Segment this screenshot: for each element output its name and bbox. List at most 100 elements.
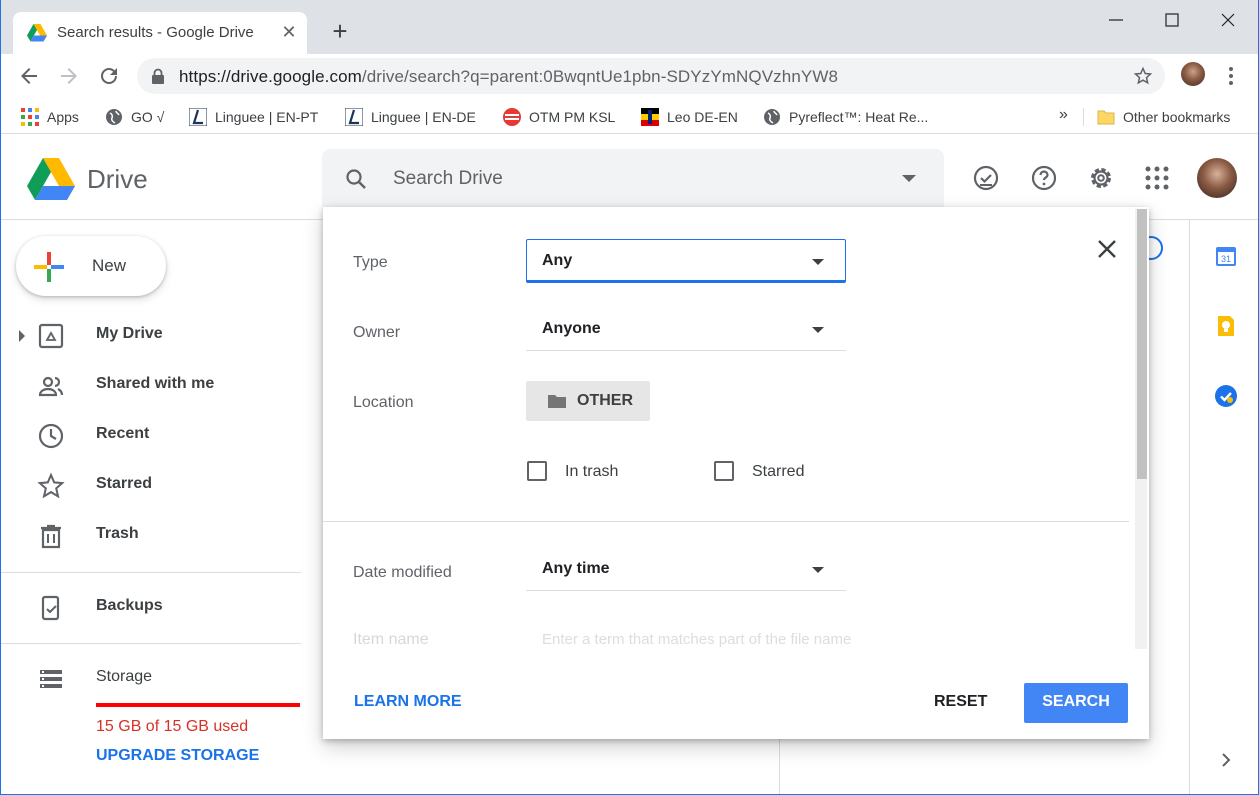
close-window-button[interactable] — [1207, 6, 1251, 34]
starred-checkbox[interactable] — [714, 461, 734, 481]
keep-icon[interactable] — [1214, 314, 1238, 338]
item-name-label: Item name — [353, 631, 429, 648]
storage-usage-bar — [96, 703, 300, 707]
browser-window: Search results - Google Drive ✕ + https:… — [0, 0, 1259, 795]
browser-toolbar: https://drive.google.com/drive/search?q=… — [1, 54, 1258, 100]
sidebar-item-my-drive[interactable]: My Drive — [1, 310, 301, 360]
folder-icon — [548, 395, 566, 408]
url-path: /drive/search?q=parent:0BwqntUe1pbn-SDYz… — [361, 67, 839, 86]
sidebar-item-shared[interactable]: Shared with me — [1, 360, 301, 410]
search-options-dialog: Type Any Owner Anyone Location OTHER In … — [323, 207, 1149, 739]
bookmark-apps[interactable]: Apps — [21, 108, 79, 128]
owner-select[interactable]: Anyone — [526, 307, 846, 351]
sidebar-item-label: Storage — [96, 668, 153, 685]
browser-menu-icon[interactable] — [1223, 64, 1239, 88]
linguee-icon — [189, 108, 207, 126]
address-bar[interactable]: https://drive.google.com/drive/search?q=… — [137, 58, 1165, 94]
date-modified-select[interactable]: Any time — [526, 547, 846, 591]
settings-gear-icon[interactable] — [1087, 164, 1115, 192]
sidebar-item-backups[interactable]: Backups — [1, 582, 301, 632]
bookmarks-overflow-button[interactable]: » — [1059, 106, 1068, 126]
search-drive-bar[interactable]: Search Drive — [322, 149, 944, 209]
location-chip[interactable]: OTHER — [526, 381, 650, 421]
search-input[interactable]: Search Drive — [393, 168, 503, 190]
learn-more-link[interactable]: LEARN MORE — [354, 693, 462, 711]
location-label: Location — [353, 394, 414, 411]
sidebar-divider — [1, 643, 301, 644]
calendar-icon[interactable]: 31 — [1214, 244, 1238, 268]
type-select[interactable]: Any — [526, 239, 846, 283]
clock-icon — [38, 423, 64, 449]
in-trash-checkbox[interactable] — [527, 461, 547, 481]
chevron-down-icon — [812, 327, 824, 333]
otm-icon — [503, 108, 521, 126]
reset-button[interactable]: RESET — [934, 693, 987, 711]
sidebar-divider — [1, 572, 301, 573]
sidebar-item-storage[interactable]: Storage — [1, 653, 301, 703]
reload-icon[interactable] — [97, 64, 121, 88]
lock-icon[interactable] — [151, 68, 165, 84]
location-chip-label: OTHER — [577, 392, 633, 409]
profile-avatar[interactable] — [1181, 62, 1205, 86]
bookmark-label: Apps — [47, 109, 79, 125]
bookmark-otm[interactable]: OTM PM KSL — [503, 108, 615, 128]
dialog-section-divider — [323, 521, 1129, 522]
bookmarks-divider — [1083, 108, 1084, 126]
sidebar-item-recent[interactable]: Recent — [1, 410, 301, 460]
globe-icon — [764, 109, 780, 125]
search-icon[interactable] — [344, 167, 368, 191]
svg-text:31: 31 — [1221, 254, 1231, 264]
upgrade-storage-link[interactable]: UPGRADE STORAGE — [96, 747, 259, 765]
linguee-icon — [345, 108, 363, 126]
content-divider — [779, 738, 780, 794]
drive-logo-icon[interactable] — [27, 158, 75, 200]
new-button[interactable]: New — [16, 236, 166, 296]
sidebar-item-label: Shared with me — [96, 375, 215, 392]
bookmark-other[interactable]: Other bookmarks — [1097, 108, 1230, 128]
search-options-dropdown-icon[interactable] — [902, 175, 916, 182]
bookmark-linguee-pt[interactable]: Linguee | EN-PT — [189, 108, 318, 128]
drive-app-name: Drive — [87, 164, 148, 194]
close-dialog-icon[interactable] — [1095, 237, 1119, 261]
minimize-icon — [1109, 19, 1123, 21]
bookmark-star-icon[interactable] — [1133, 66, 1153, 86]
date-modified-label: Date modified — [353, 564, 452, 581]
minimize-button[interactable] — [1095, 6, 1139, 34]
owner-label: Owner — [353, 324, 401, 341]
bookmark-label: Linguee | EN-DE — [371, 109, 476, 125]
sidebar-item-trash[interactable]: Trash — [1, 510, 301, 560]
bookmark-label: Leo DE-EN — [667, 109, 738, 125]
google-apps-icon[interactable] — [1143, 164, 1171, 192]
help-icon[interactable] — [1030, 164, 1058, 192]
bookmark-pyreflect[interactable]: Pyreflect™: Heat Re... — [763, 108, 928, 128]
owner-select-value: Anyone — [542, 320, 601, 337]
new-button-label: New — [92, 256, 127, 275]
sidebar-item-starred[interactable]: Starred — [1, 460, 301, 510]
bookmark-leo[interactable]: Leo DE-EN — [641, 108, 738, 128]
globe-icon — [106, 109, 122, 125]
date-modified-value: Any time — [542, 560, 610, 577]
dialog-scrollbar[interactable] — [1137, 209, 1147, 479]
forward-arrow-icon[interactable] — [57, 64, 81, 88]
browser-tab[interactable]: Search results - Google Drive ✕ — [13, 12, 307, 54]
sidebar-item-label: Backups — [96, 597, 163, 614]
search-button[interactable]: SEARCH — [1024, 683, 1128, 723]
plus-icon — [34, 252, 64, 282]
sidebar-item-label: Starred — [96, 475, 153, 492]
bookmark-linguee-de[interactable]: Linguee | EN-DE — [345, 108, 476, 128]
offline-ready-icon[interactable] — [972, 164, 1000, 192]
chevron-down-icon — [812, 567, 824, 573]
tab-close-icon[interactable]: ✕ — [279, 22, 299, 42]
expand-panel-chevron-icon[interactable] — [1214, 748, 1238, 772]
account-avatar[interactable] — [1197, 158, 1237, 198]
maximize-button[interactable] — [1151, 6, 1195, 34]
back-arrow-icon[interactable] — [17, 64, 41, 88]
bookmark-go[interactable]: GO √ — [105, 108, 164, 128]
storage-icon — [40, 670, 62, 688]
new-tab-button[interactable]: + — [327, 18, 353, 44]
tasks-icon[interactable] — [1214, 384, 1238, 408]
item-name-input[interactable]: Enter a term that matches part of the fi… — [542, 631, 851, 648]
starred-label: Starred — [752, 463, 805, 480]
close-icon — [1221, 13, 1235, 27]
chevron-down-icon — [812, 259, 824, 265]
